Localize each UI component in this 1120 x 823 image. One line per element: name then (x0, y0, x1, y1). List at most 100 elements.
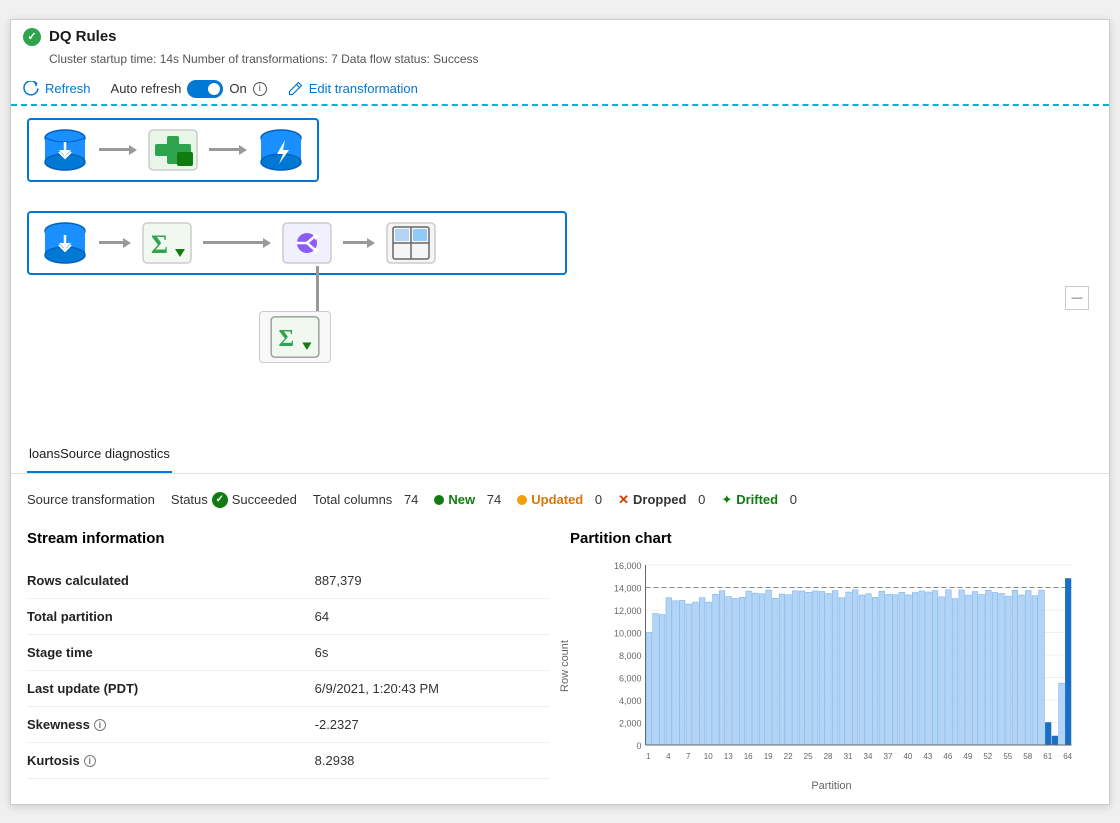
svg-text:6,000: 6,000 (619, 673, 642, 683)
stream-info-label: Total partition (27, 598, 315, 634)
drifted-value: 0 (790, 492, 797, 507)
edit-icon (287, 81, 303, 97)
svg-text:12,000: 12,000 (614, 606, 642, 616)
y-axis-label: Row count (559, 640, 571, 692)
stream-info-label: Last update (PDT) (27, 670, 315, 706)
drifted-label: Drifted (736, 492, 778, 507)
svg-text:40: 40 (903, 752, 912, 761)
stream-info-value: 6s (315, 634, 550, 670)
join1-icon (145, 126, 201, 174)
svg-text:49: 49 (963, 752, 972, 761)
svg-text:46: 46 (943, 752, 952, 761)
stats-bar: Source transformation Status ✓ Succeeded… (27, 486, 1093, 522)
svg-text:Σ: Σ (279, 326, 295, 352)
status-label: Status (171, 492, 208, 507)
drifted-star-icon: ✦ (721, 492, 732, 508)
updated-value: 0 (595, 492, 602, 507)
row-info-icon[interactable]: i (84, 755, 96, 767)
scroll-indicator[interactable]: — (1065, 286, 1089, 310)
drifted-item: ✦ Drifted 0 (721, 492, 797, 508)
node-aggregate2[interactable]: Σ (259, 311, 331, 363)
success-icon (23, 28, 41, 46)
dropped-value: 0 (698, 492, 705, 507)
auto-refresh-label: Auto refresh (111, 81, 182, 96)
partition-chart: Partition chart Row count 02,0004,0006,0… (570, 530, 1093, 792)
dropped-label: Dropped (633, 492, 686, 507)
arrow5 (335, 238, 383, 248)
node-split1[interactable] (279, 219, 335, 267)
node-sink1[interactable] (255, 128, 307, 172)
stream-info-label: Stage time (27, 634, 315, 670)
stream-info-row: Total partition64 (27, 598, 550, 634)
partition-chart-svg: 02,0004,0006,0008,00010,00012,00014,0001… (590, 555, 1093, 775)
stream-info-value: 887,379 (315, 563, 550, 599)
new-label: New (448, 492, 475, 507)
svg-text:55: 55 (1003, 752, 1012, 761)
aggregate2-icon: Σ (269, 315, 321, 359)
stream-info-value: 8.2938 (315, 742, 550, 778)
new-item: New 74 (434, 492, 501, 507)
partition-chart-title: Partition chart (570, 530, 1093, 547)
updated-dot (517, 495, 527, 505)
auto-refresh-toggle[interactable] (187, 80, 223, 98)
svg-text:Σ: Σ (151, 230, 168, 259)
node-source1[interactable] (39, 128, 91, 172)
stream-info-label: Rows calculated (27, 563, 315, 599)
row-info-icon[interactable]: i (94, 719, 106, 731)
svg-text:2,000: 2,000 (619, 718, 642, 728)
svg-text:19: 19 (764, 752, 773, 761)
svg-text:52: 52 (983, 752, 992, 761)
toolbar: Refresh Auto refresh On i Edit transform… (11, 74, 1109, 106)
diagnostics-section: Source transformation Status ✓ Succeeded… (11, 474, 1109, 804)
sink1-icon (255, 128, 307, 172)
svg-text:22: 22 (784, 752, 793, 761)
updated-item: Updated 0 (517, 492, 602, 507)
tab-bar: loansSource diagnostics (11, 436, 1109, 474)
node-aggregate1[interactable]: Σ (139, 219, 195, 267)
svg-text:28: 28 (824, 752, 833, 761)
window-title: DQ Rules (49, 28, 117, 45)
x-axis-label: Partition (811, 780, 851, 792)
info-table: Rows calculated887,379Total partition64S… (27, 563, 550, 779)
status-check-icon: ✓ (212, 492, 228, 508)
refresh-button[interactable]: Refresh (23, 81, 91, 97)
source1-icon (39, 128, 91, 172)
svg-text:10: 10 (704, 752, 713, 761)
content-grid: Stream information Rows calculated887,37… (27, 522, 1093, 792)
edit-transformation-button[interactable]: Edit transformation (287, 81, 418, 97)
source-transformation-label: Source transformation (27, 492, 155, 507)
arrow3 (91, 238, 139, 248)
window1-icon (383, 219, 439, 267)
tab-loans-source[interactable]: loansSource diagnostics (27, 436, 172, 473)
svg-text:16: 16 (744, 752, 753, 761)
node-window1[interactable] (383, 219, 439, 267)
source2-icon (39, 221, 91, 265)
stream-info-title: Stream information (27, 530, 550, 547)
main-window: DQ Rules Cluster startup time: 14s Numbe… (10, 19, 1110, 805)
total-columns-label: Total columns (313, 492, 392, 507)
node-join1[interactable] (145, 126, 201, 174)
dropped-item: ✕ Dropped 0 (618, 492, 705, 508)
refresh-icon (23, 81, 39, 97)
stream-info-label: Skewnessi (27, 706, 315, 742)
svg-text:1: 1 (646, 752, 651, 761)
svg-text:16,000: 16,000 (614, 561, 642, 571)
svg-text:13: 13 (724, 752, 733, 761)
subtitle: Cluster startup time: 14s Number of tran… (11, 50, 1109, 74)
stream-info-row: Rows calculated887,379 (27, 563, 550, 599)
stream-info-row: Stage time6s (27, 634, 550, 670)
updated-label: Updated (531, 492, 583, 507)
stream-info-label: Kurtosisi (27, 742, 315, 778)
stream-info-row: Skewnessi-2.2327 (27, 706, 550, 742)
node-source2[interactable] (39, 221, 91, 265)
auto-refresh-info-icon[interactable]: i (253, 82, 267, 96)
arrow2 (201, 145, 255, 155)
svg-text:4,000: 4,000 (619, 696, 642, 706)
branch-connector (316, 266, 319, 316)
stream-info-value: -2.2327 (315, 706, 550, 742)
new-dot (434, 495, 444, 505)
svg-text:14,000: 14,000 (614, 583, 642, 593)
new-value: 74 (487, 492, 501, 507)
svg-text:37: 37 (884, 752, 893, 761)
stream-info: Stream information Rows calculated887,37… (27, 530, 550, 792)
